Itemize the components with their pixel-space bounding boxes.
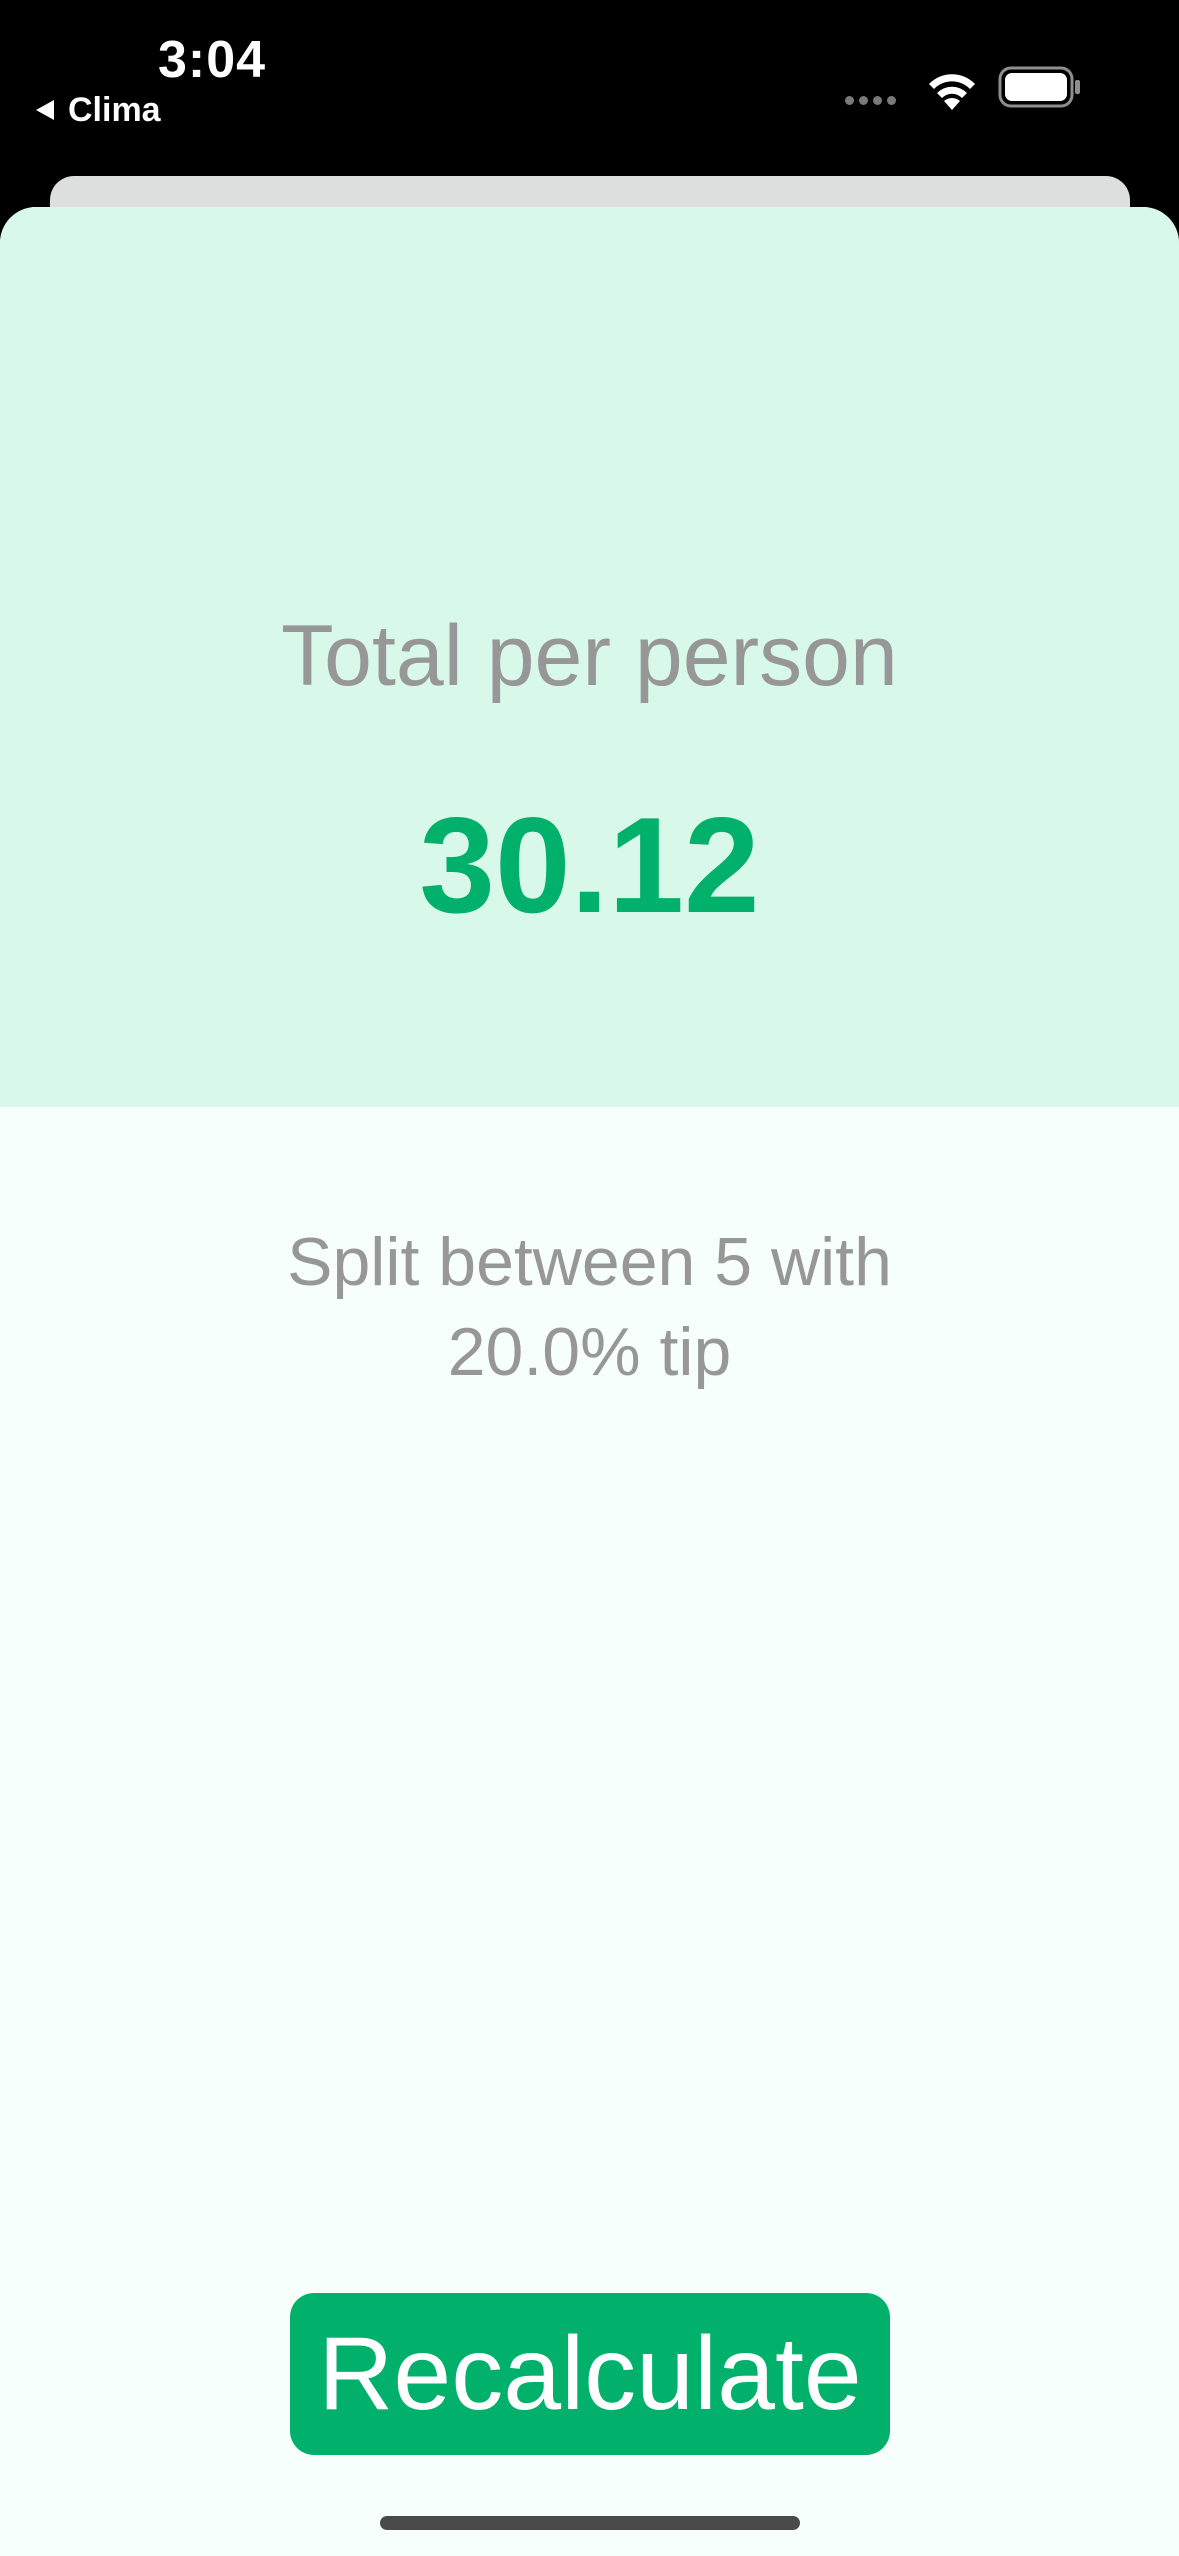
wifi-icon (929, 74, 975, 110)
battery-icon (998, 66, 1080, 108)
result-panel: Total per person 30.12 (0, 207, 1179, 1107)
result-sheet: Total per person 30.12 Split between 5 w… (0, 207, 1179, 2556)
back-arrow-icon (36, 100, 54, 120)
total-per-person-value: 30.12 (419, 789, 760, 941)
recalculate-button[interactable]: Recalculate (290, 2293, 890, 2455)
home-indicator[interactable] (380, 2516, 800, 2530)
screen: 3:04 Clima Total per person 30.12 Split … (0, 0, 1179, 2556)
split-settings-text: Split between 5 with 20.0% tip (287, 1224, 892, 1390)
status-time: 3:04 (158, 31, 267, 89)
total-per-person-label: Total per person (281, 608, 898, 704)
back-to-app-link[interactable]: Clima (36, 90, 161, 130)
status-bar: 3:04 Clima (0, 0, 1179, 176)
signal-dots-icon (845, 96, 896, 105)
back-app-label: Clima (68, 90, 161, 129)
